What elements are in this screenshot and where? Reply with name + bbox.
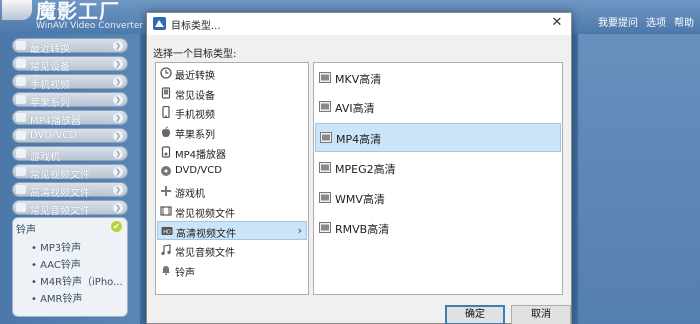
sidebar-category[interactable]: 手机视频 ❯ <box>12 74 128 91</box>
apple-icon <box>16 95 26 104</box>
check-icon: ✔ <box>111 221 122 232</box>
category-item[interactable]: DVD/VCD <box>157 162 307 181</box>
sidebar-subitem[interactable]: • M4R铃声（iPho... <box>31 273 123 288</box>
target-type-dialog: 目标类型... ✕ 选择一个目标类型: 最近转换 常见设备 手机视频 苹果系列 … <box>146 12 572 324</box>
link-options[interactable]: 选项 <box>646 14 666 29</box>
app-subtitle: WinAVI Video Converter 简体中文 <box>36 21 148 31</box>
cancel-button[interactable]: 取消 <box>511 305 571 324</box>
sidebar-expanded-category[interactable]: 铃声 ✔ • MP3铃声 • AAC铃声 • M4R铃声（iPho... • A… <box>12 217 128 317</box>
sidebar-category[interactable]: 游戏机 ❯ <box>12 146 128 163</box>
category-item[interactable]: 常见设备 <box>157 84 307 103</box>
film-icon <box>16 167 26 176</box>
category-item-selected[interactable]: HD 高清视频文件 › <box>157 221 307 240</box>
player-icon <box>161 146 171 158</box>
sidebar-category[interactable]: 常见视频文件 ❯ <box>12 164 128 181</box>
expand-icon: ❯ <box>113 167 123 177</box>
category-item[interactable]: 手机视频 <box>157 103 307 122</box>
device-icon <box>16 59 26 68</box>
link-ask-question[interactable]: 我要提问 <box>598 14 638 29</box>
format-list[interactable]: MKV高清 AVI高清 MP4高清 MPEG2高清 WMV高清 RMVB高清 <box>313 62 563 295</box>
category-item[interactable]: 最近转换 <box>157 64 307 83</box>
sidebar-expanded-label: 铃声 <box>16 225 36 236</box>
video-file-icon <box>319 162 331 173</box>
dialog-prompt: 选择一个目标类型: <box>153 49 237 60</box>
bell-icon <box>162 266 170 276</box>
format-item[interactable]: RMVB高清 <box>315 214 561 243</box>
device-icon <box>161 87 171 99</box>
phone-icon <box>16 77 26 86</box>
expand-icon: ❯ <box>113 203 123 213</box>
hd-icon <box>16 185 26 194</box>
sidebar-category[interactable]: 高清视频文件 ❯ <box>12 182 128 199</box>
video-file-icon <box>319 72 331 83</box>
disc-icon <box>16 131 26 140</box>
app-right-panel <box>578 34 700 324</box>
category-item[interactable]: 苹果系列 <box>157 123 307 142</box>
expand-icon: ❯ <box>113 185 123 195</box>
expand-icon: ❯ <box>113 131 123 141</box>
film-icon <box>160 206 172 216</box>
format-item[interactable]: WMV高清 <box>315 184 561 213</box>
gamepad-icon <box>16 149 26 158</box>
expand-icon: ❯ <box>113 95 123 105</box>
app-icon <box>153 17 166 30</box>
video-file-icon <box>320 132 332 143</box>
sidebar-category[interactable]: DVD/VCD ❯ <box>12 128 128 143</box>
category-list[interactable]: 最近转换 常见设备 手机视频 苹果系列 MP4播放器 DVD/VCD 游戏机 常… <box>155 62 309 295</box>
sidebar-category[interactable]: 最近转换 ❯ <box>12 38 128 55</box>
hd-icon: HD <box>161 227 173 235</box>
top-links: 我要提问 选项 帮助 关 <box>598 14 700 29</box>
sidebar-subitem[interactable]: • AMR铃声 <box>31 290 83 305</box>
music-icon <box>16 203 26 212</box>
apple-icon <box>162 126 170 137</box>
expand-icon: ❯ <box>113 113 123 123</box>
category-item[interactable]: 常见音频文件 <box>157 241 307 260</box>
format-item[interactable]: AVI高清 <box>315 93 561 122</box>
ok-button[interactable]: 确定 <box>445 305 505 324</box>
player-icon <box>16 113 26 122</box>
expand-icon: ❯ <box>113 77 123 87</box>
link-help[interactable]: 帮助 <box>674 14 694 29</box>
disc-icon <box>161 166 171 176</box>
sidebar-category[interactable]: MP4播放器 ❯ <box>12 110 128 127</box>
video-file-icon <box>319 222 331 233</box>
expand-icon: ❯ <box>113 149 123 159</box>
dialog-title: 目标类型... <box>171 21 221 32</box>
gamepad-icon <box>161 186 171 196</box>
sidebar-category[interactable]: 苹果系列 ❯ <box>12 92 128 109</box>
clock-icon <box>160 67 172 79</box>
sidebar-category[interactable]: 常见音频文件 ❯ <box>12 200 128 217</box>
app-logo <box>2 0 32 20</box>
video-file-icon <box>319 101 331 112</box>
format-item[interactable]: MPEG2高清 <box>315 154 561 183</box>
clock-icon <box>16 41 26 50</box>
chevron-right-icon: › <box>297 224 302 237</box>
category-item[interactable]: 铃声 <box>157 261 307 280</box>
phone-icon <box>162 106 170 118</box>
expand-icon: ❯ <box>113 41 123 51</box>
sidebar-subitem[interactable]: • MP3铃声 <box>31 239 81 254</box>
format-item[interactable]: MKV高清 <box>315 64 561 93</box>
category-item[interactable]: 常见视频文件 <box>157 202 307 221</box>
format-item-selected[interactable]: MP4高清 <box>315 123 561 152</box>
sidebar-subitem[interactable]: • AAC铃声 <box>31 256 81 271</box>
music-icon <box>161 244 171 256</box>
sidebar-category[interactable]: 常见设备 ❯ <box>12 56 128 73</box>
expand-icon: ❯ <box>113 59 123 69</box>
video-file-icon <box>319 192 331 203</box>
dialog-titlebar[interactable]: 目标类型... ✕ <box>147 13 571 35</box>
svg-text:HD: HD <box>163 229 171 235</box>
category-item[interactable]: MP4播放器 <box>157 143 307 162</box>
close-button[interactable]: ✕ <box>549 15 565 31</box>
category-item[interactable]: 游戏机 <box>157 182 307 201</box>
